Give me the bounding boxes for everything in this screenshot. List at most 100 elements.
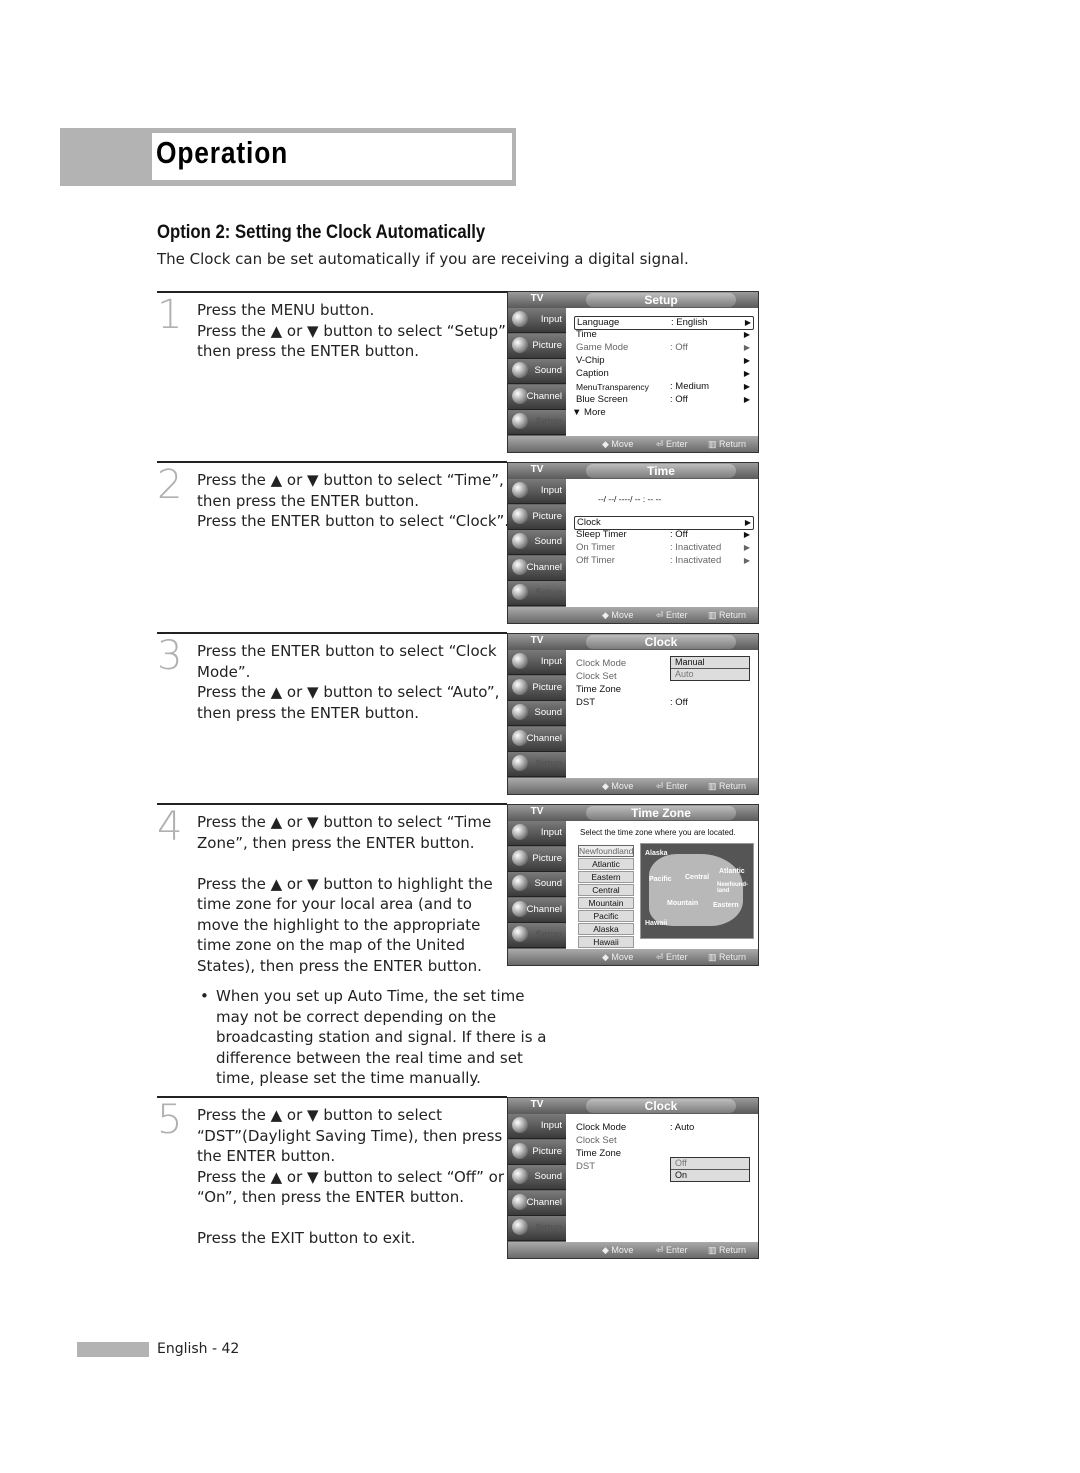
option-manual[interactable]: Manual (671, 657, 749, 669)
enter-hint-label: Enter (666, 439, 688, 449)
row-value: : Off (670, 394, 688, 405)
sidebar-item-sound[interactable]: Sound (508, 701, 566, 727)
option-on[interactable]: On (671, 1170, 749, 1181)
sidebar-item-label: Picture (532, 510, 562, 522)
zone-newfoundland[interactable]: Newfoundland (578, 845, 634, 857)
return-hint-label: Return (719, 610, 747, 620)
menu-row-game-mode[interactable]: Game Mode: Off ▶ (574, 342, 752, 354)
sidebar-item-setup[interactable]: Setup (508, 1216, 566, 1242)
setup-icon (512, 1219, 528, 1236)
picture-icon (512, 678, 528, 695)
sidebar-item-label: Picture (532, 681, 562, 693)
sidebar-item-sound[interactable]: Sound (508, 872, 566, 898)
return-hint-label: Return (719, 439, 747, 449)
menu-row-language[interactable]: Language: English ▶ (574, 316, 754, 330)
sidebar-item-sound[interactable]: Sound (508, 359, 566, 385)
option-auto[interactable]: Auto (671, 669, 749, 680)
menu-body: --/ --/ ----/ -- : -- -- Clock ▶ Sleep Ti… (570, 481, 756, 605)
tv-sidebar: Input Picture Sound Channel Setup (508, 821, 566, 949)
sidebar-item-channel[interactable]: Channel (508, 555, 566, 581)
sidebar-item-picture[interactable]: Picture (508, 333, 566, 359)
zone-pacific[interactable]: Pacific (578, 910, 634, 922)
sidebar-item-sound[interactable]: Sound (508, 1165, 566, 1191)
dst-dropdown[interactable]: Off On (670, 1157, 750, 1182)
menu-row-on-timer[interactable]: On Timer: Inactivated ▶ (574, 542, 752, 554)
sidebar-item-picture[interactable]: Picture (508, 675, 566, 701)
zone-mountain[interactable]: Mountain (578, 897, 634, 909)
menu-row-v-chip[interactable]: V-Chip ▶ (574, 355, 752, 367)
menu-row-clock-set[interactable]: Clock Set (574, 1135, 752, 1147)
return-icon: ▥ (708, 610, 720, 620)
sidebar-item-sound[interactable]: Sound (508, 530, 566, 556)
menu-title: Clock (586, 635, 736, 649)
row-label: DST (576, 697, 595, 708)
map-label-atlantic: Atlantic (719, 868, 745, 875)
move-hint-label: Move (611, 1245, 634, 1255)
step-number: 5 (157, 1097, 183, 1143)
us-time-zone-map[interactable]: Alaska Pacific Central Atlantic Newfound… (640, 843, 754, 939)
map-label-pacific: Pacific (649, 876, 672, 883)
picture-icon (512, 507, 528, 524)
move-hint: ◆ Move (602, 439, 633, 450)
sidebar-item-input[interactable]: Input (508, 821, 566, 846)
sidebar-item-channel[interactable]: Channel (508, 897, 566, 923)
sidebar-item-input[interactable]: Input (508, 1114, 566, 1139)
menu-row-clock-mode[interactable]: Clock Mode: Auto (574, 1122, 752, 1134)
sidebar-item-picture[interactable]: Picture (508, 846, 566, 872)
sidebar-item-channel[interactable]: Channel (508, 1190, 566, 1216)
channel-icon (512, 558, 528, 575)
menu-row-time-zone[interactable]: Time Zone (574, 684, 752, 696)
menu-row-caption[interactable]: Caption ▶ (574, 368, 752, 380)
note-text: When you set up Auto Time, the set time … (216, 987, 547, 1087)
right-arrow-icon: ▶ (744, 518, 751, 527)
right-arrow-icon: ▶ (744, 318, 751, 327)
right-arrow-icon: ▶ (743, 356, 750, 365)
setup-icon (512, 755, 528, 772)
zone-central[interactable]: Central (578, 884, 634, 896)
sidebar-item-picture[interactable]: Picture (508, 504, 566, 530)
sidebar-item-input[interactable]: Input (508, 479, 566, 504)
sidebar-item-channel[interactable]: Channel (508, 384, 566, 410)
sidebar-item-input[interactable]: Input (508, 650, 566, 675)
row-label: Game Mode (576, 342, 629, 353)
setup-icon (512, 926, 528, 943)
bullet: • (200, 987, 209, 1005)
sidebar-item-setup[interactable]: Setup (508, 752, 566, 778)
sidebar-item-label: Setup (535, 1222, 562, 1234)
return-hint-label: Return (719, 952, 747, 962)
menu-row-blue-screen[interactable]: Blue Screen: Off ▶ (574, 394, 752, 406)
sidebar-item-setup[interactable]: Setup (508, 581, 566, 607)
clock-display: --/ --/ ----/ -- : -- -- (596, 493, 758, 505)
footer-bar (77, 1342, 149, 1357)
channel-icon (512, 900, 528, 917)
sidebar-item-channel[interactable]: Channel (508, 726, 566, 752)
sound-icon (512, 362, 528, 379)
clock-mode-dropdown[interactable]: Manual Auto (670, 656, 750, 681)
divider (157, 803, 507, 805)
zone-eastern[interactable]: Eastern (578, 871, 634, 883)
right-arrow-icon: ▶ (743, 556, 750, 565)
step-2: 2 Press the ▲ or ▼ button to select “Tim… (157, 461, 509, 611)
menu-row-sleep-timer[interactable]: Sleep Timer: Off ▶ (574, 529, 752, 541)
row-value: : Off (670, 529, 688, 540)
sidebar-item-setup[interactable]: Setup (508, 923, 566, 949)
menu-row-time[interactable]: Time ▶ (574, 329, 752, 341)
page-title: Operation (156, 135, 289, 170)
menu-row-off-timer[interactable]: Off Timer: Inactivated ▶ (574, 555, 752, 567)
menu-row-menu-transparency[interactable]: MenuTransparency: Medium ▶ (574, 381, 752, 393)
zone-alaska[interactable]: Alaska (578, 923, 634, 935)
zone-atlantic[interactable]: Atlantic (578, 858, 634, 870)
right-arrow-icon: ▶ (743, 395, 750, 404)
menu-row-clock[interactable]: Clock ▶ (574, 516, 754, 530)
input-icon (512, 482, 528, 498)
sidebar-item-label: Setup (535, 416, 562, 428)
sidebar-item-picture[interactable]: Picture (508, 1139, 566, 1165)
zone-hawaii[interactable]: Hawaii (578, 936, 634, 948)
menu-row-dst[interactable]: DST: Off (574, 697, 752, 709)
section-title: Option 2: Setting the Clock Automaticall… (157, 222, 486, 243)
return-hint: ▥ Return (708, 439, 746, 450)
option-off[interactable]: Off (671, 1158, 749, 1170)
menu-row-more[interactable]: ▼ More (570, 407, 748, 419)
sidebar-item-setup[interactable]: Setup (508, 410, 566, 436)
sidebar-item-input[interactable]: Input (508, 308, 566, 333)
